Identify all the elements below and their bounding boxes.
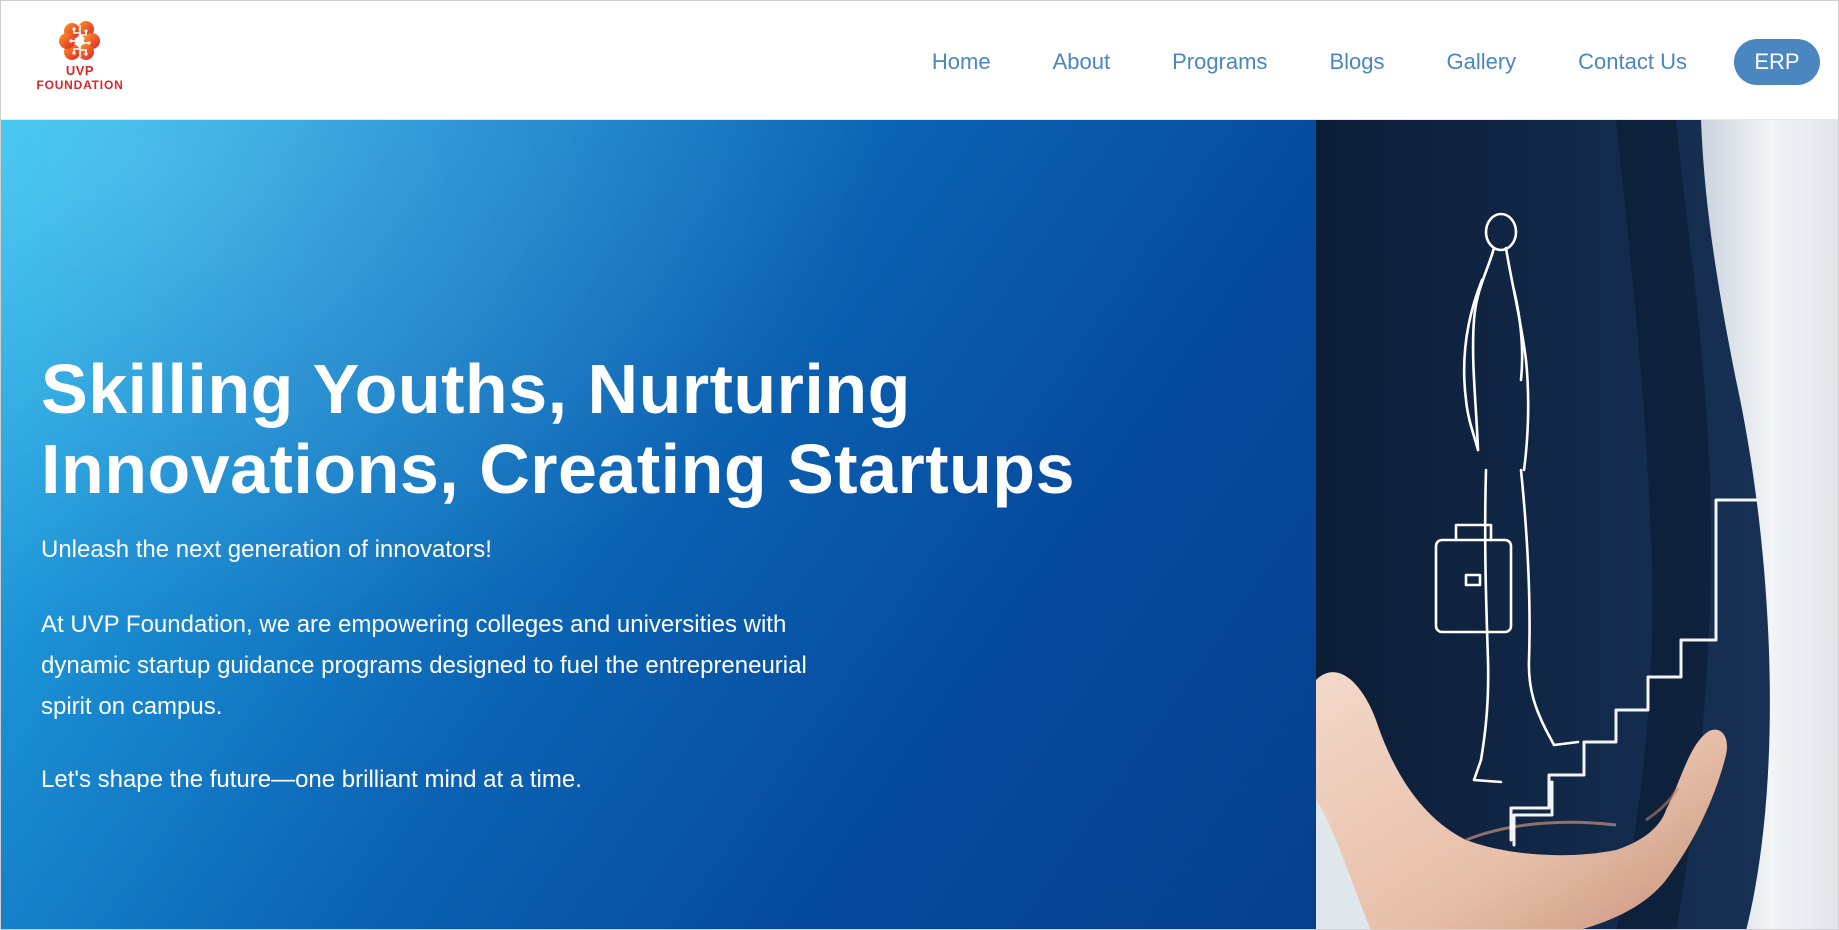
page: UVP FOUNDATION Home About Programs Blogs… [0, 0, 1839, 930]
hero-content: Skilling Youths, Nurturing Innovations, … [41, 349, 1121, 795]
hero-image-hand-with-sketch [1316, 120, 1838, 929]
nav-link-contact-us[interactable]: Contact Us [1578, 49, 1687, 75]
main-nav: Home About Programs Blogs Gallery Contac… [932, 39, 1820, 85]
nav-link-programs[interactable]: Programs [1172, 49, 1267, 75]
erp-button[interactable]: ERP [1734, 39, 1820, 85]
hero-section: Skilling Youths, Nurturing Innovations, … [1, 120, 1316, 929]
nav-link-home[interactable]: Home [932, 49, 991, 75]
hero-title-line-2: Innovations, Creating Startups [41, 430, 1075, 508]
site-logo[interactable]: UVP FOUNDATION [35, 19, 125, 107]
hero-description: At UVP Foundation, we are empowering col… [41, 611, 807, 720]
site-header: UVP FOUNDATION Home About Programs Blogs… [1, 1, 1838, 120]
hand-sketch-illustration [1316, 120, 1838, 929]
hero-title-line-1: Skilling Youths, Nurturing [41, 350, 911, 428]
brain-circuit-icon [59, 21, 100, 60]
logo-text-foundation: FOUNDATION [36, 78, 124, 92]
hero-title: Skilling Youths, Nurturing Innovations, … [41, 349, 1121, 509]
logo-text-uvp: UVP [65, 63, 95, 78]
nav-link-blogs[interactable]: Blogs [1329, 49, 1384, 75]
hero-tagline: Unleash the next generation of innovator… [41, 536, 492, 563]
hero-closing-line: Let's shape the future—one brilliant min… [41, 766, 582, 793]
nav-link-about[interactable]: About [1053, 49, 1111, 75]
nav-link-gallery[interactable]: Gallery [1446, 49, 1516, 75]
